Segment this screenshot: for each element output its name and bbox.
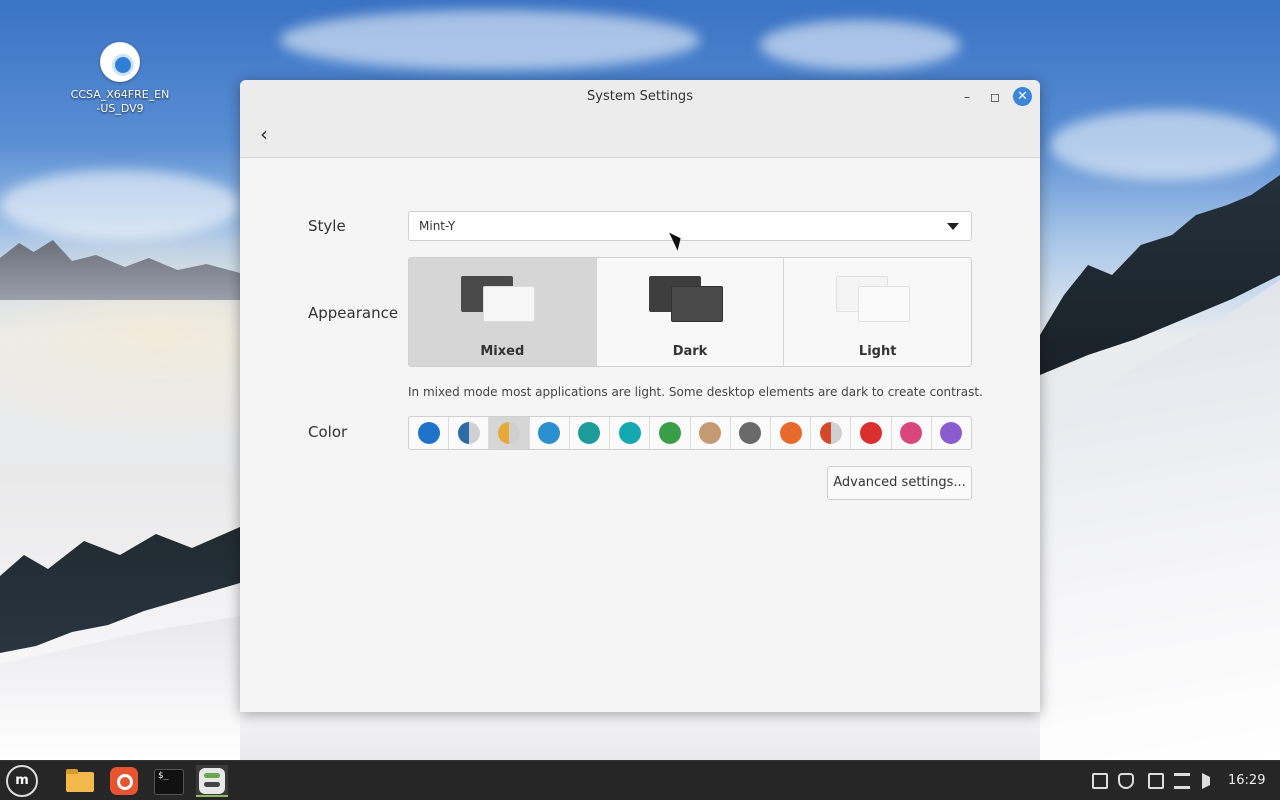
color-dot-icon [699, 422, 722, 444]
color-dot-icon [658, 422, 681, 444]
appearance-label: Appearance [308, 304, 399, 322]
color-label: Color [308, 423, 348, 441]
desktop-disc-icon[interactable]: CCSA_X64FRE_EN-US_DV9 [70, 42, 170, 116]
color-dot-icon [739, 422, 762, 444]
appearance-option-label: Light [858, 344, 897, 359]
firefox-icon[interactable] [108, 765, 140, 797]
color-selector [408, 416, 972, 450]
mint-menu-icon[interactable]: m [6, 765, 38, 797]
color-dot-icon [819, 422, 842, 444]
chevron-down-icon [947, 223, 959, 230]
style-value: Mint-Y [419, 219, 456, 233]
color-dot-icon [618, 422, 641, 444]
color-dot-icon [900, 422, 923, 444]
appearance-option-dark[interactable]: Dark [597, 258, 785, 366]
appearance-option-label: Dark [672, 344, 708, 359]
advanced-settings-button[interactable]: Advanced settings... [827, 466, 972, 500]
clipboard-icon[interactable] [1092, 773, 1108, 789]
back-button[interactable]: ‹ [254, 122, 274, 146]
color-swatch-orange[interactable] [771, 417, 812, 449]
color-dot-icon [940, 422, 963, 444]
appearance-option-label: Mixed [480, 344, 525, 359]
window-thumbnail-icon [483, 286, 535, 322]
color-swatch-red[interactable] [851, 417, 892, 449]
color-swatch-sand[interactable] [691, 417, 731, 449]
window-thumbnail-icon [858, 286, 911, 322]
appearance-selector: Mixed Dark Light [408, 257, 972, 367]
color-dot-icon [860, 422, 883, 444]
color-swatch-red-split[interactable] [811, 417, 852, 449]
color-swatch-green[interactable] [650, 417, 691, 449]
color-swatch-grey[interactable] [731, 417, 771, 449]
color-dot-icon [578, 422, 601, 444]
color-swatch-teal[interactable] [570, 417, 611, 449]
color-dot-icon [417, 422, 440, 444]
system-settings-window: System Settings ‹ – ◻ ✕ Style Mint-Y App… [240, 80, 1040, 712]
terminal-icon[interactable]: $_ [152, 765, 184, 797]
color-swatch-blue[interactable] [409, 417, 450, 449]
color-swatch-pink[interactable] [892, 417, 932, 449]
volume-icon[interactable] [1202, 773, 1210, 789]
color-dot-icon [457, 422, 480, 444]
appearance-hint: In mixed mode most applications are ligh… [408, 385, 983, 399]
files-folder-icon[interactable] [66, 765, 98, 797]
window-thumbnail-icon [670, 286, 723, 322]
titlebar: System Settings ‹ – ◻ ✕ [240, 80, 1040, 158]
network-icon[interactable] [1174, 773, 1190, 789]
minimize-button[interactable]: – [958, 88, 976, 106]
color-swatch-cyan[interactable] [610, 417, 651, 449]
style-label: Style [308, 217, 346, 235]
close-button[interactable]: ✕ [1013, 87, 1032, 106]
clock[interactable]: 16:29 [1228, 761, 1265, 800]
window-title: System Settings [587, 89, 693, 104]
desktop-icon-label: CCSA_X64FRE_EN-US_DV9 [70, 88, 170, 115]
shield-icon[interactable] [1118, 773, 1134, 789]
color-dot-icon [538, 422, 561, 444]
color-dot-icon [779, 422, 802, 444]
color-swatch-aqua-split[interactable] [449, 417, 490, 449]
maximize-button[interactable]: ◻ [986, 88, 1004, 106]
mountain-scenery [0, 240, 240, 300]
update-manager-icon[interactable] [1148, 773, 1164, 789]
appearance-option-light[interactable]: Light [784, 258, 971, 366]
color-dot-icon [498, 422, 521, 444]
style-dropdown[interactable]: Mint-Y [408, 211, 972, 241]
settings-app-icon[interactable] [196, 765, 228, 797]
appearance-option-mixed[interactable]: Mixed [409, 258, 597, 366]
disc-icon [100, 42, 140, 82]
color-swatch-sand-split[interactable] [489, 417, 530, 449]
snow-scenery-bottom [240, 712, 1040, 760]
color-swatch-purple[interactable] [932, 417, 971, 449]
color-swatch-sky[interactable] [530, 417, 570, 449]
taskbar: m $_ 16:29 [0, 760, 1280, 800]
